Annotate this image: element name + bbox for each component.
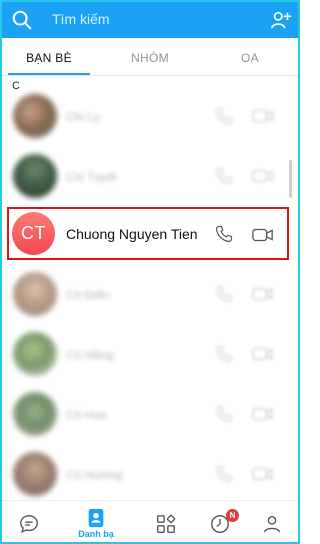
- avatar: [13, 94, 57, 138]
- contact-row[interactable]: Chi Ly: [0, 90, 300, 148]
- tab-friends[interactable]: BẠN BÈ: [8, 38, 90, 76]
- contacts-book-icon: [88, 508, 104, 528]
- avatar: [13, 332, 57, 376]
- phone-icon[interactable]: [214, 344, 234, 364]
- nav-timeline[interactable]: N: [192, 501, 252, 544]
- add-friend-icon[interactable]: [270, 9, 292, 31]
- tab-oa[interactable]: OA: [220, 38, 280, 76]
- highlight-outline: [7, 207, 289, 260]
- notification-badge: N: [226, 509, 239, 522]
- avatar: [13, 452, 57, 496]
- nav-messages[interactable]: [0, 501, 60, 544]
- scrollbar[interactable]: [289, 160, 292, 198]
- phone-icon[interactable]: [214, 404, 234, 424]
- contact-name: Chi Tuyết: [66, 170, 117, 184]
- tab-groups[interactable]: NHÓM: [108, 38, 192, 76]
- avatar: [13, 392, 57, 436]
- phone-icon[interactable]: [214, 284, 234, 304]
- bottom-nav: Danh bạ N: [0, 500, 300, 544]
- avatar: [13, 154, 57, 198]
- phone-icon[interactable]: [214, 106, 234, 126]
- contact-row[interactable]: Chi Tuyết: [0, 150, 300, 208]
- phone-icon[interactable]: [214, 464, 234, 484]
- contact-row[interactable]: Cô Hường: [0, 448, 300, 506]
- nav-contacts[interactable]: Danh bạ: [66, 501, 126, 544]
- video-call-icon[interactable]: [252, 107, 274, 125]
- search-input[interactable]: Tìm kiếm: [52, 11, 110, 27]
- video-call-icon[interactable]: [252, 167, 274, 185]
- contact-row[interactable]: Cô Hằng: [0, 328, 300, 386]
- phone-icon[interactable]: [214, 166, 234, 186]
- nav-discover[interactable]: [136, 501, 196, 544]
- active-tab-indicator: [8, 73, 90, 75]
- avatar: [13, 272, 57, 316]
- contact-row[interactable]: Cô Hoa: [0, 388, 300, 446]
- person-icon: [263, 515, 281, 533]
- video-call-icon[interactable]: [252, 465, 274, 483]
- nav-profile[interactable]: [244, 501, 304, 544]
- contact-name: Chi Ly: [66, 110, 100, 124]
- contact-tabs: BẠN BÈ NHÓM OA: [0, 38, 300, 76]
- contact-name: Cô Hoa: [66, 408, 107, 422]
- contact-name: Cô Hường: [66, 468, 123, 482]
- top-bar: Tìm kiếm: [0, 0, 300, 38]
- nav-contacts-label: Danh bạ: [78, 529, 114, 539]
- contact-name: Cô Hằng: [66, 348, 114, 362]
- chat-bubble-icon: [20, 515, 38, 533]
- grid-apps-icon: [157, 514, 176, 533]
- contact-row[interactable]: Cô Điển: [0, 268, 300, 326]
- video-call-icon[interactable]: [252, 345, 274, 363]
- contact-name: Cô Điển: [66, 288, 110, 302]
- search-icon[interactable]: [11, 9, 33, 31]
- video-call-icon[interactable]: [252, 405, 274, 423]
- video-call-icon[interactable]: [252, 285, 274, 303]
